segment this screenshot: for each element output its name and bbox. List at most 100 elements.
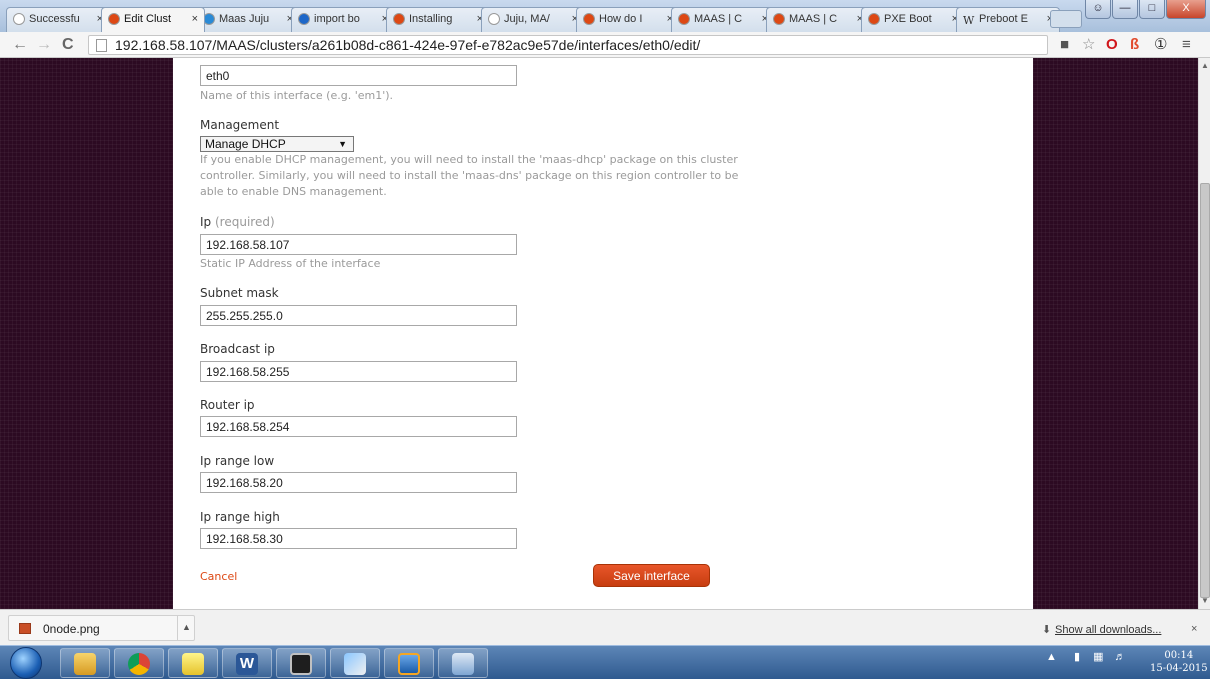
browser-tab[interactable]: Installing × [386,7,490,32]
tab-title: Maas Juju [219,13,270,25]
download-options-caret-icon[interactable]: ▲ [177,616,195,640]
browser-tab-bar: Successfu × Edit Clust × Maas Juju × import bo… [0,0,1210,32]
terminal-icon [290,653,312,675]
tab-favicon-icon [108,13,120,25]
browser-tab[interactable]: MAAS | C × [766,7,870,32]
info-extension-icon[interactable]: ① [1154,37,1167,53]
browser-toolbar: ← → C 192.168.58.107/MAAS/clusters/a261b… [0,32,1210,58]
ip-range-high-input[interactable]: 192.168.58.30 [200,528,517,549]
tab-title: Juju, MA/ [504,13,550,25]
tab-title: MAAS | C [789,13,838,25]
taskbar-word[interactable]: W [222,648,272,678]
taskbar-terminal[interactable] [276,648,326,678]
reload-button[interactable]: C [62,36,74,54]
sticky-notes-icon [182,653,204,675]
tab-favicon-icon [773,13,785,25]
close-download-shelf-icon[interactable]: × [1191,623,1197,635]
browser-tab[interactable]: PXE Boot × [861,7,965,32]
management-select[interactable]: Manage DHCP ▼ [200,136,354,152]
tab-favicon-icon [393,13,405,25]
show-all-downloads-link[interactable]: Show all downloads... [1055,624,1161,636]
browser-tab[interactable]: MAAS | C × [671,7,775,32]
opera-extension-icon[interactable]: O [1106,37,1118,53]
right-background [1033,58,1198,609]
forward-button[interactable]: → [36,36,52,54]
menu-icon[interactable]: ≡ [1182,37,1191,53]
virtualbox-icon [398,653,420,675]
network-icon[interactable]: ▮ [1074,651,1080,663]
tab-close-icon[interactable]: × [192,13,198,25]
ip-range-high-label: Ip range high [200,510,280,524]
tab-title: Edit Clust [124,13,172,25]
tab-favicon-icon [13,13,25,25]
clock-time: 00:14 [1164,650,1194,661]
ip-label: Ip (required) [200,215,275,229]
taskbar-virtualbox[interactable] [384,648,434,678]
browser-tab[interactable]: import bo × [291,7,395,32]
volume-icon[interactable]: ♬ [1115,651,1126,663]
new-tab-button[interactable] [1050,10,1082,28]
tray-expand-icon[interactable]: ▲ [1046,651,1057,663]
remote-desktop-icon [452,653,474,675]
subnet-mask-input[interactable]: 255.255.255.0 [200,305,517,326]
tab-favicon-icon [868,13,880,25]
chrome-icon [128,653,150,675]
clock-date: 15-04-2015 [1150,663,1208,674]
minimize-button[interactable]: — [1112,0,1138,19]
tab-title: Preboot E [979,13,1028,25]
scroll-up-arrow-icon[interactable]: ▲ [1201,61,1209,70]
window-close-button[interactable]: X [1166,0,1206,19]
cancel-link[interactable]: Cancel [200,570,237,583]
browser-tab[interactable]: WPreboot E× [956,7,1060,32]
download-file-name: 0node.png [43,622,100,636]
browser-tab[interactable]: Maas Juju × [196,7,300,32]
ip-range-low-label: Ip range low [200,454,275,468]
bookmark-star-icon[interactable]: ☆ [1082,37,1095,53]
interface-name-input[interactable]: eth0 [200,65,517,86]
page-icon [96,39,107,52]
tab-title: import bo [314,13,360,25]
tab-favicon-icon: W [963,14,975,27]
dropdown-arrow-icon: ▼ [338,139,347,149]
maximize-button[interactable]: □ [1139,0,1165,19]
ip-input[interactable]: 192.168.58.107 [200,234,517,255]
save-interface-button[interactable]: Save interface [593,564,710,587]
browser-tab[interactable]: Edit Clust × [101,7,205,32]
ip-help-text: Static IP Address of the interface [200,257,381,270]
required-marker: (required) [214,215,275,229]
taskbar-remote-desktop[interactable] [438,648,488,678]
download-item[interactable]: 0node.png ▲ [8,615,195,641]
clock[interactable]: 00:14 15-04-2015 [1150,649,1208,675]
tab-favicon-icon [583,13,595,25]
broadcast-ip-input[interactable]: 192.168.58.255 [200,361,517,382]
paint-icon [344,653,366,675]
router-ip-input[interactable]: 192.168.58.254 [200,416,517,437]
folder-icon [74,653,96,675]
page-scrollbar[interactable]: ▲ ▼ [1198,58,1210,609]
browser-tab[interactable]: How do I × [576,7,680,32]
user-profile-icon[interactable]: ☺ [1085,0,1111,19]
ip-range-low-input[interactable]: 192.168.58.20 [200,472,517,493]
start-button[interactable] [10,647,42,679]
taskbar-explorer[interactable] [60,648,110,678]
cast-icon[interactable]: ■ [1060,37,1069,53]
browser-tab[interactable]: Successfu × [6,7,110,32]
address-text: 192.168.58.107/MAAS/clusters/a261b08d-c8… [115,37,701,53]
taskbar-chrome[interactable] [114,648,164,678]
tab-title: Installing [409,13,453,25]
download-arrow-icon: ⬇ [1042,624,1052,636]
name-help-text: Name of this interface (e.g. 'em1'). [200,89,394,102]
browser-tab[interactable]: Juju, MA/× [481,7,585,32]
scroll-down-arrow-icon[interactable]: ▼ [1201,596,1209,605]
management-help-line: controller. Similarly, you will need to … [200,169,739,182]
address-bar[interactable]: 192.168.58.107/MAAS/clusters/a261b08d-c8… [88,35,1048,55]
signal-icon[interactable]: ▦ [1093,651,1103,663]
extension-b-icon[interactable]: ß [1130,37,1139,53]
back-button[interactable]: ← [12,36,28,54]
taskbar-paint[interactable] [330,648,380,678]
tab-favicon-icon [298,13,310,25]
taskbar-sticky-notes[interactable] [168,648,218,678]
scroll-thumb[interactable] [1200,183,1210,598]
windows-taskbar: W ▲ ▮ ▦ ♬ 00:14 15-04-2015 [0,645,1210,679]
left-background [0,58,173,609]
